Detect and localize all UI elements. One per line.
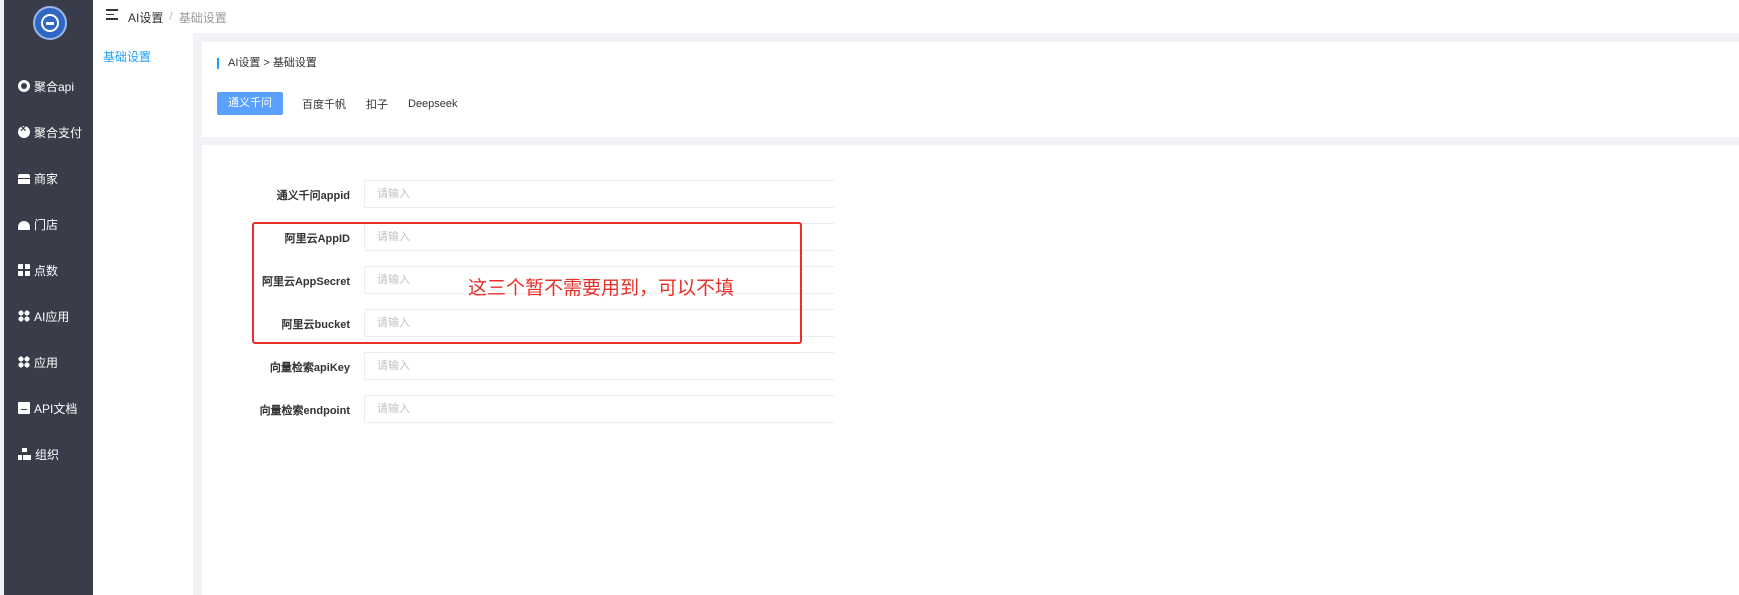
nav-item-label: 应用	[34, 355, 59, 370]
main-nav-list: 聚合api 聚合支付 商家 门店 点数 AI应用 应用 API文档	[4, 63, 93, 477]
logo[interactable]	[33, 6, 67, 40]
vector-apikey-input[interactable]	[364, 352, 834, 380]
settings-header-card: AI设置 > 基础设置 通义千问 百度千帆 扣子 Deepseek	[202, 42, 1739, 137]
api-circle-icon	[18, 80, 30, 92]
menu-fold-icon[interactable]	[106, 9, 118, 20]
annotation-text: 这三个暂不需要用到，可以不填	[468, 278, 735, 299]
nav-item-label: 聚合支付	[34, 125, 83, 140]
breadcrumb-current: 基础设置	[178, 11, 227, 25]
nav-item-org[interactable]: 组织	[4, 431, 93, 477]
tongyi-appid-input[interactable]	[364, 180, 834, 208]
field-label: 通义千问appid	[276, 190, 350, 202]
org-icon	[18, 448, 31, 460]
nav-item-ai-apps[interactable]: AI应用	[4, 293, 93, 339]
tab-baidu[interactable]: 百度千帆	[302, 96, 346, 112]
nav-item-points[interactable]: 点数	[4, 247, 93, 293]
nav-item-pay[interactable]: 聚合支付	[4, 109, 93, 155]
top-header: AI设置 / 基础设置	[93, 0, 1739, 33]
form-row: 向量检索endpoint	[202, 395, 842, 423]
field-label: 向量检索apiKey	[269, 362, 350, 374]
nav-item-label: 聚合api	[34, 79, 75, 94]
nav-item-label: 组织	[35, 447, 60, 462]
subnav-item-basic-settings[interactable]: 基础设置	[103, 48, 151, 65]
shop-icon	[18, 174, 30, 184]
apps-icon	[18, 310, 30, 322]
tab-coze[interactable]: 扣子	[366, 96, 388, 112]
store-icon	[18, 220, 30, 230]
nav-item-store[interactable]: 门店	[4, 201, 93, 247]
tab-deepseek[interactable]: Deepseek	[408, 98, 458, 110]
nav-item-merchant[interactable]: 商家	[4, 155, 93, 201]
vector-endpoint-input[interactable]	[364, 395, 834, 423]
nav-item-api[interactable]: 聚合api	[4, 63, 93, 109]
field-label: 向量检索endpoint	[259, 405, 350, 417]
sub-sidebar: 基础设置	[93, 33, 193, 595]
doc-icon	[18, 402, 30, 414]
nav-item-label: AI应用	[34, 309, 70, 324]
main-sidebar: 聚合api 聚合支付 商家 门店 点数 AI应用 应用 API文档	[4, 0, 93, 595]
nav-item-label: API文档	[34, 401, 78, 416]
settings-form-card: 通义千问appid 阿里云AppID 阿里云AppSecret 阿里云bucke…	[202, 145, 1739, 595]
nav-item-api-docs[interactable]: API文档	[4, 385, 93, 431]
breadcrumb-separator: /	[169, 9, 173, 23]
provider-tabs: 通义千问 百度千帆 扣子 Deepseek	[217, 92, 478, 115]
nav-item-label: 点数	[34, 263, 59, 278]
form-row: 向量检索apiKey	[202, 352, 842, 380]
tab-tongyi[interactable]: 通义千问	[217, 92, 283, 115]
breadcrumb: AI设置 / 基础设置	[128, 9, 227, 26]
card-title: AI设置 > 基础设置	[217, 58, 317, 69]
breadcrumb-root[interactable]: AI设置	[128, 9, 163, 26]
nav-item-label: 商家	[34, 171, 59, 186]
nav-item-label: 门店	[34, 217, 59, 232]
grid-icon	[18, 264, 30, 276]
form-row: 通义千问appid	[202, 180, 842, 208]
pay-circle-icon	[18, 123, 30, 138]
nav-item-apps[interactable]: 应用	[4, 339, 93, 385]
apps-icon	[18, 356, 30, 368]
